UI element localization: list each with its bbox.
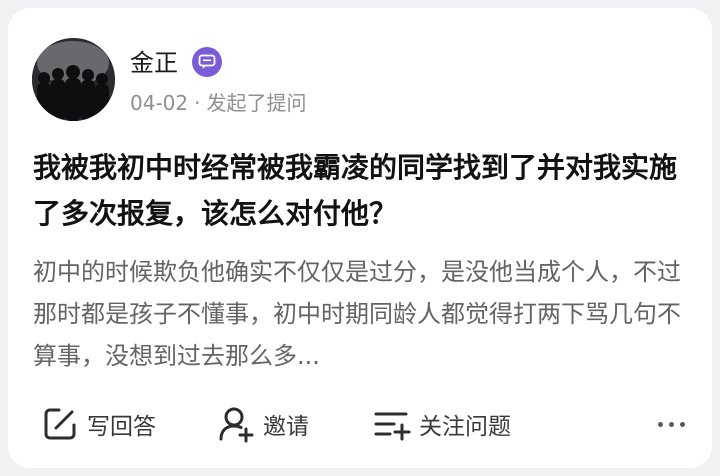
author-name[interactable]: 金正 [130,46,178,80]
add-user-icon [219,407,254,443]
avatar[interactable] [32,38,115,121]
follow-question-label: 关注问题 [419,414,511,440]
action-bar: 写回答 邀请 关注问题 [33,400,693,448]
write-answer-label: 写回答 [87,414,156,440]
more-icon[interactable] [653,406,689,442]
question-date: 04-02 [130,91,189,115]
meta-action-text: 发起了提问 [206,91,307,115]
question-meta: 04-02 · 发起了提问 [130,88,306,118]
chat-badge-icon [192,47,222,77]
invite-button[interactable]: 邀请 [217,400,309,448]
question-card[interactable]: 金正 04-02 · 发起了提问 我被我初中时经常被我霸凌的同学找到了并对我实施了多… [8,8,712,468]
edit-icon [44,408,76,440]
write-answer-button[interactable]: 写回答 [41,400,156,448]
invite-label: 邀请 [263,414,309,440]
add-list-icon [374,412,411,441]
meta-separator: · [194,91,201,115]
question-excerpt[interactable]: 初中的时候欺负他确实不仅仅是过分，是没他当成个人，不过那时都是孩子不懂事，初中时… [33,251,698,377]
question-title[interactable]: 我被我初中时经常被我霸凌的同学找到了并对我实施了多次报复，该怎么对付他？ [33,145,693,237]
follow-question-button[interactable]: 关注问题 [373,400,511,448]
